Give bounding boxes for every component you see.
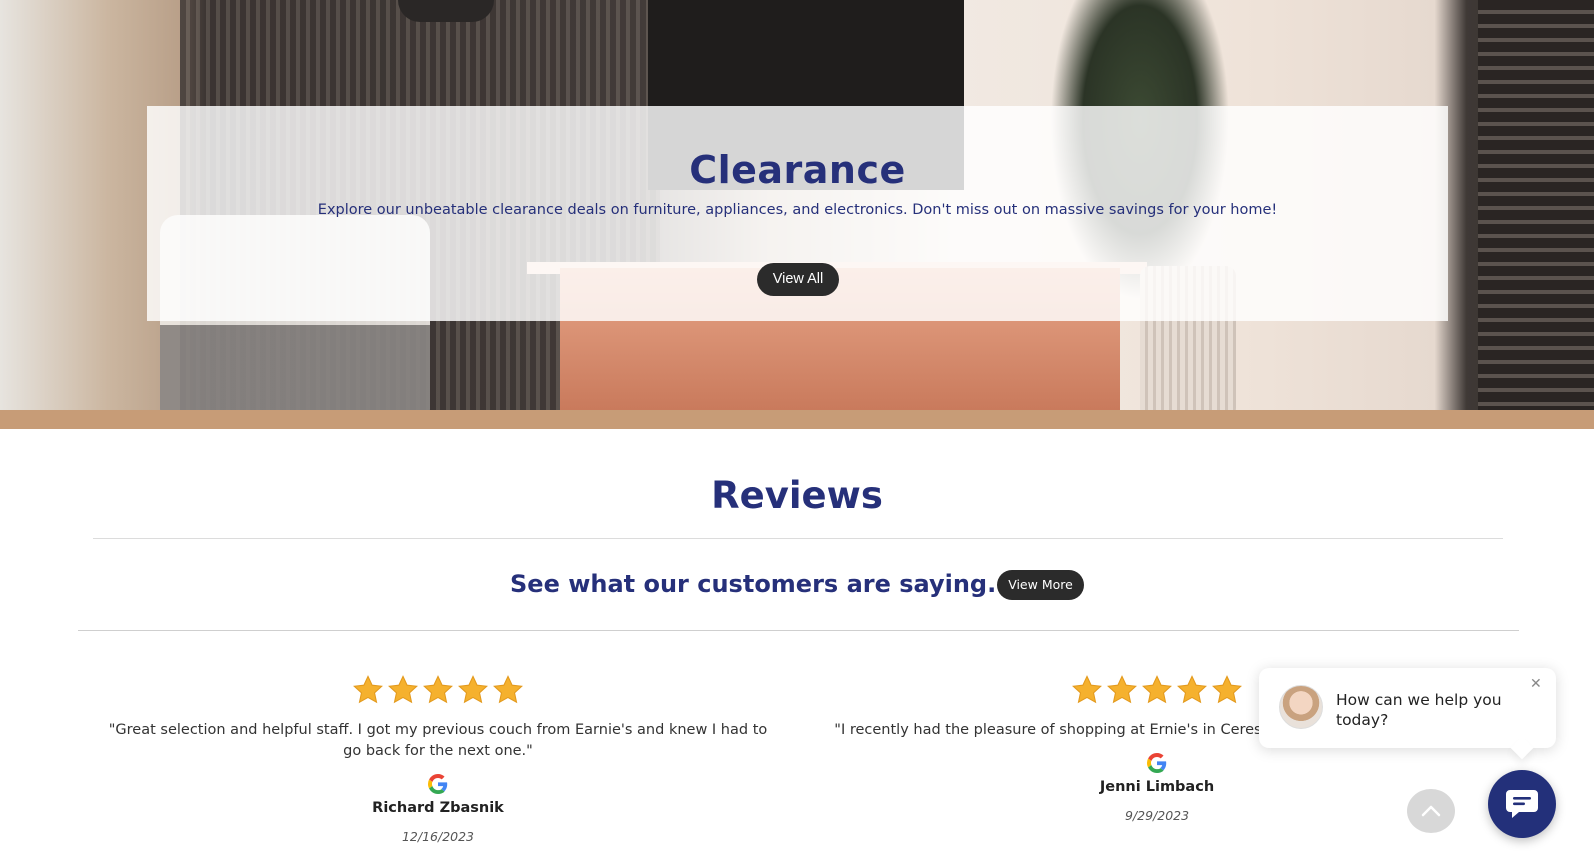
hero-floor [0, 410, 1594, 429]
hero-right-slats [1478, 0, 1594, 429]
reviews-heading: Reviews [711, 474, 883, 517]
review-text: "Great selection and helpful staff. I go… [108, 722, 768, 759]
star-icon [493, 675, 523, 704]
star-icon [458, 675, 488, 704]
hero-lamp [398, 0, 494, 22]
star-icon [1177, 675, 1207, 704]
review-date: 12/16/2023 [401, 829, 475, 844]
star-icon [353, 675, 383, 704]
review-date: 9/29/2023 [1124, 808, 1190, 823]
star-icon [388, 675, 418, 704]
view-more-button[interactable]: View More [997, 570, 1084, 600]
star-icon [1072, 675, 1102, 704]
chat-prompt-bubble[interactable]: How can we help you today? ✕ [1259, 668, 1556, 748]
star-icon [423, 675, 453, 704]
review-card: "Great selection and helpful staff. I go… [96, 674, 780, 844]
avatar [1279, 685, 1323, 729]
reviewer-name: Richard Zbasnik [372, 800, 504, 816]
chat-icon [1506, 790, 1538, 818]
close-icon[interactable]: ✕ [1530, 676, 1542, 692]
star-icon [1212, 675, 1242, 704]
divider [93, 538, 1503, 539]
star-icon [1142, 675, 1172, 704]
reviews-tagline: See what our customers are saying... [510, 570, 1015, 598]
star-icon [1107, 675, 1137, 704]
google-icon [1147, 753, 1167, 773]
banner-description: Explore our unbeatable clearance deals o… [317, 202, 1278, 218]
view-all-button[interactable]: View All [757, 263, 839, 296]
chevron-up-icon [1421, 805, 1441, 817]
reviewer-name: Jenni Limbach [1099, 779, 1215, 795]
chat-launcher-button[interactable] [1488, 770, 1556, 838]
star-rating [96, 674, 780, 708]
clearance-banner: Clearance Explore our unbeatable clearan… [147, 106, 1448, 321]
chat-prompt-text: How can we help you today? [1336, 691, 1502, 729]
banner-title: Clearance [689, 148, 906, 192]
scroll-to-top-button[interactable] [1407, 789, 1455, 833]
google-icon [428, 774, 448, 794]
divider [78, 630, 1519, 631]
